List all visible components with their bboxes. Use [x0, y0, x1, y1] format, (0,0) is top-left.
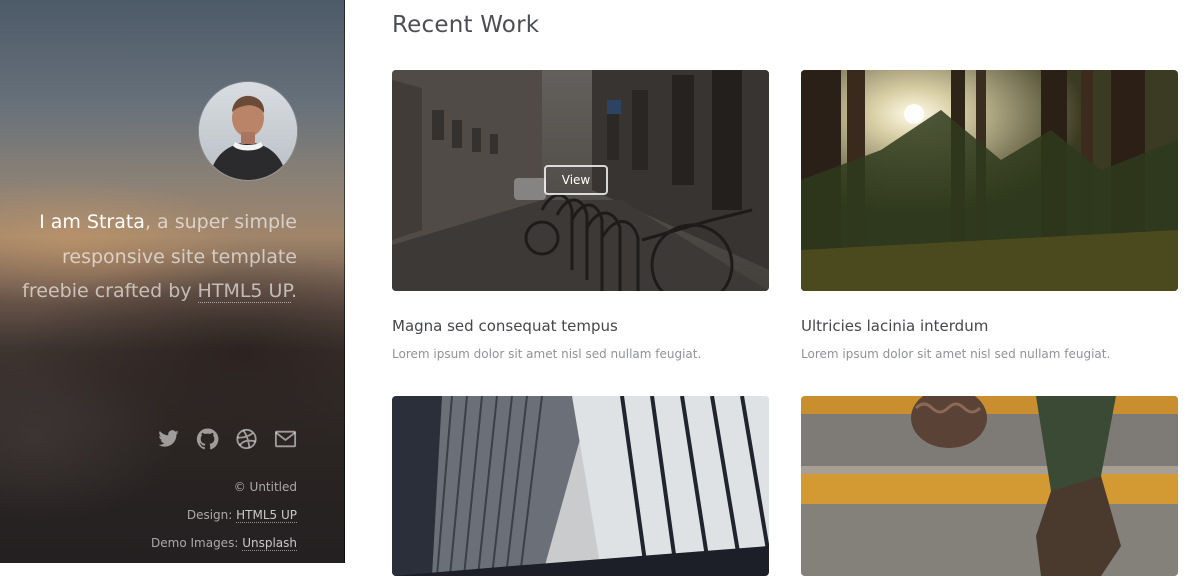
github-icon[interactable]	[196, 428, 219, 450]
stairs-photo	[801, 396, 1178, 576]
intro-end: .	[290, 280, 297, 302]
design-credit: Design: HTML5 UP	[151, 501, 297, 529]
copyright-text: © Untitled	[233, 480, 297, 494]
credits: © Untitled Design: HTML5 UP Demo Images:…	[151, 473, 297, 557]
work-thumbnail-stairs[interactable]	[801, 396, 1178, 576]
work-item-title: Ultricies lacinia interdum	[801, 317, 989, 335]
library-photo	[392, 396, 769, 576]
work-item-description: Lorem ipsum dolor sit amet nisl sed null…	[392, 347, 702, 361]
section-title: Recent Work	[392, 12, 540, 38]
intro-name: I am Strata	[39, 211, 145, 233]
work-thumbnail-library[interactable]	[392, 396, 769, 576]
forest-photo	[801, 70, 1178, 291]
images-credit-label: Demo Images:	[151, 536, 243, 550]
work-thumbnail-forest[interactable]	[801, 70, 1178, 291]
social-links	[157, 428, 297, 450]
avatar[interactable]	[199, 82, 297, 180]
design-credit-link[interactable]: HTML5 UP	[236, 508, 297, 523]
dribbble-icon[interactable]	[235, 428, 258, 450]
view-button[interactable]: View	[544, 165, 608, 195]
images-credit: Demo Images: Unsplash	[151, 529, 297, 557]
avatar-photo	[199, 82, 297, 180]
sidebar-header: I am Strata, a super simple responsive s…	[0, 0, 345, 563]
work-item-description: Lorem ipsum dolor sit amet nisl sed null…	[801, 347, 1111, 361]
envelope-icon[interactable]	[274, 428, 297, 450]
sidebar-divider	[344, 0, 345, 563]
work-thumbnail-street[interactable]: View	[392, 70, 769, 291]
html5up-link[interactable]: HTML5 UP	[197, 280, 291, 303]
design-credit-label: Design:	[186, 508, 237, 522]
images-credit-link[interactable]: Unsplash	[242, 536, 297, 551]
work-item-title: Magna sed consequat tempus	[392, 317, 618, 335]
twitter-icon[interactable]	[157, 428, 180, 450]
intro-text: I am Strata, a super simple responsive s…	[7, 205, 297, 309]
